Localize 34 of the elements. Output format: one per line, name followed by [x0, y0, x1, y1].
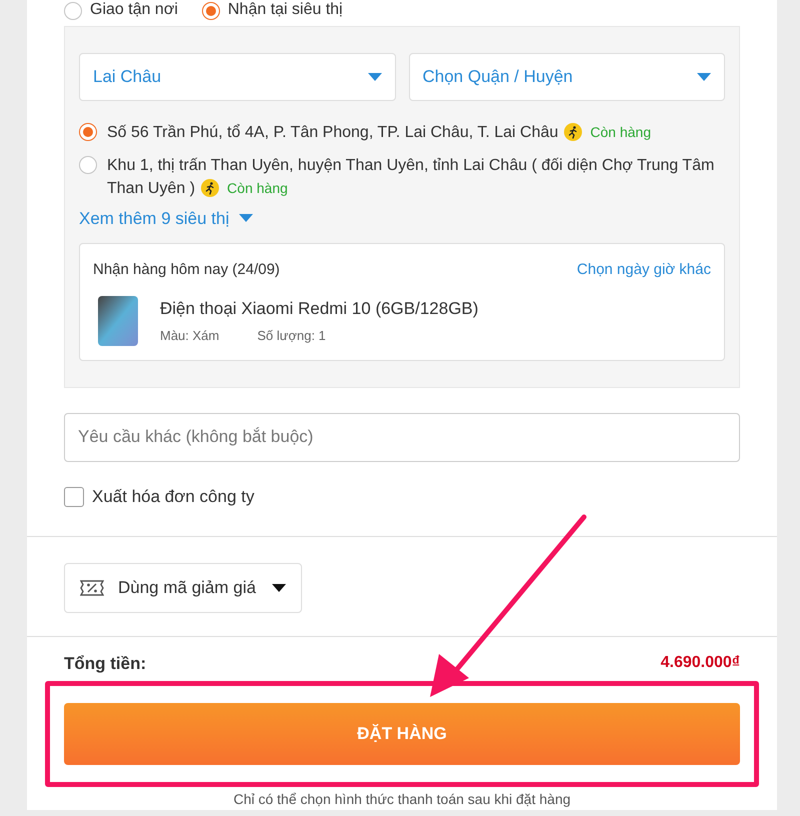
phone-image: [98, 296, 138, 346]
caret-icon: [697, 72, 711, 81]
radio-button[interactable]: [202, 2, 220, 20]
note-field[interactable]: Yêu cầu khác (không bắt buộc): [64, 412, 740, 462]
checkbox[interactable]: [64, 486, 84, 507]
pickup-date: Nhận hàng hôm nay (24/09): [93, 260, 280, 280]
payment-note: Chỉ có thể chọn hình thức thanh toán sau khi đặt hàng: [232, 790, 572, 809]
store-option[interactable]: Số 56 Trần Phú, tổ 4A, P. Tân Phong, TP. Lai Châu, T. Lai Châu Còn hàng: [107, 120, 651, 144]
caret-icon: [368, 72, 382, 81]
stock-status: Còn hàng: [227, 180, 288, 196]
radio-button[interactable]: [79, 156, 97, 174]
province-select[interactable]: Lai Châu: [79, 52, 396, 101]
order-button[interactable]: ĐẶT HÀNG: [64, 703, 740, 765]
see-more-link[interactable]: Xem thêm 9 siêu thị: [79, 206, 254, 232]
caret-icon: [239, 214, 254, 222]
total-price: 4.690.000₫: [660, 653, 740, 674]
runner-icon: [201, 179, 220, 198]
coupon-icon: [80, 580, 104, 596]
product-quantity: Số lượng: 1: [257, 326, 326, 345]
radio-button[interactable]: [64, 2, 82, 20]
stock-status: Còn hàng: [590, 124, 651, 140]
total-label: Tổng tiền:: [64, 652, 146, 675]
store-option[interactable]: Khu 1, thị trấn Than Uyên, huyện Than Uyên, tỉnh Lai Châu ( đối diện Chợ Trung Tâm Than Uyên ) Còn hàng: [107, 154, 725, 200]
district-select[interactable]: Chọn Quận / Huyện: [408, 52, 725, 101]
coupon-button[interactable]: Dùng mã giảm giá: [64, 562, 302, 612]
invoice-label: Xuất hóa đơn công ty: [92, 486, 254, 508]
delivery-option-label: Nhận tại siêu thị: [228, 0, 343, 20]
product-color: Màu: Xám: [160, 326, 220, 345]
runner-icon: [564, 123, 582, 142]
change-date-link[interactable]: Chọn ngày giờ khác: [576, 259, 711, 282]
caret-icon: [272, 584, 286, 592]
product-name: Điện thoại Xiaomi Redmi 10 (6GB/128GB): [160, 298, 478, 320]
radio-button[interactable]: [79, 122, 97, 141]
delivery-option-label: Giao tận nơi: [90, 0, 178, 20]
